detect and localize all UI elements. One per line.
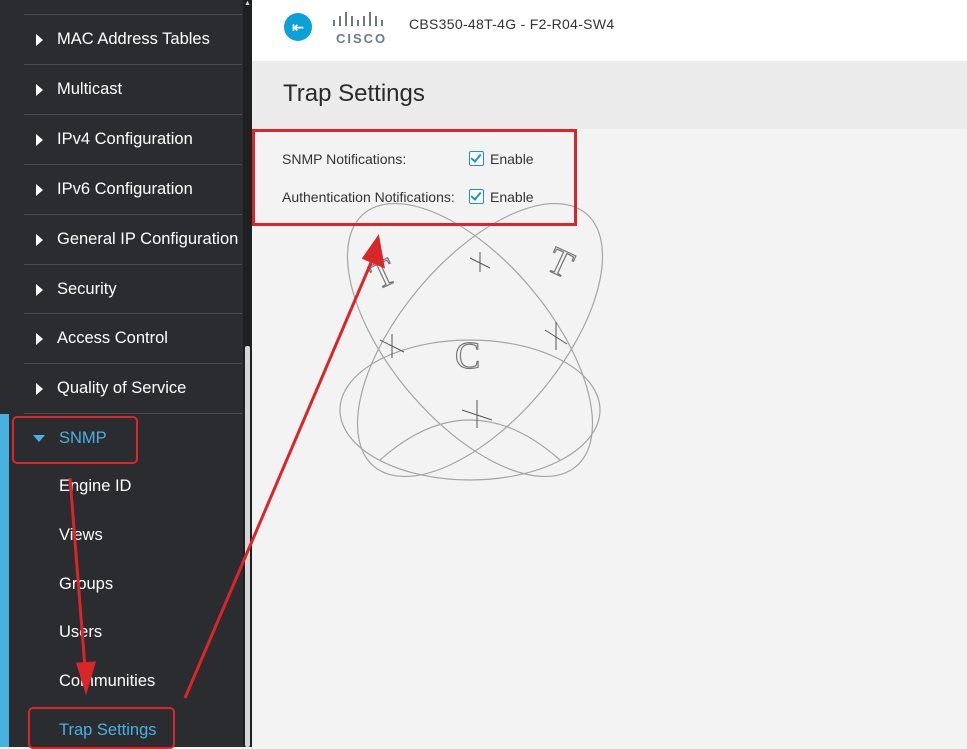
sidebar-item-mac-address-tables[interactable]: MAC Address Tables <box>24 14 242 64</box>
caret-right-icon <box>36 33 43 46</box>
sidebar-item-label: IPv4 Configuration <box>57 130 193 148</box>
sidebar-subitem-groups[interactable]: Groups <box>59 572 113 596</box>
sidebar-item-label: IPv6 Configuration <box>57 180 193 198</box>
sidebar-item-multicast[interactable]: Multicast <box>24 64 242 114</box>
caret-right-icon <box>36 183 43 196</box>
sidebar-item-security[interactable]: Security <box>24 264 242 314</box>
collapse-menu-icon[interactable]: ⇤ <box>284 13 312 41</box>
caret-right-icon <box>36 233 43 246</box>
sidebar-item-general-ip-configuration[interactable]: General IP Configuration <box>24 214 242 264</box>
cisco-logo: CISCO <box>331 10 393 46</box>
sidebar-subitem-communities[interactable]: Communities <box>59 669 155 693</box>
sidebar-scrollbar-thumb[interactable] <box>245 346 250 747</box>
caret-right-icon <box>36 133 43 146</box>
caret-right-icon <box>36 283 43 296</box>
sidebar-item-quality-of-service[interactable]: Quality of Service <box>24 363 242 413</box>
sidebar-item-label: Quality of Service <box>57 379 187 397</box>
sidebar-item-label: Multicast <box>57 80 123 98</box>
sidebar-item-label: Security <box>57 280 117 298</box>
sidebar-item-label: Access Control <box>57 329 168 347</box>
sidebar-active-indicator <box>0 414 9 747</box>
sidebar-item-access-control[interactable]: Access Control <box>24 313 242 363</box>
page-title: Trap Settings <box>283 80 425 107</box>
sidebar-item-ipv6-configuration[interactable]: IPv6 Configuration <box>24 164 242 214</box>
svg-text:CISCO: CISCO <box>336 31 387 46</box>
cisco-bars-icon: CISCO <box>333 12 387 46</box>
sidebar-subitem-engine-id[interactable]: Engine ID <box>59 474 131 498</box>
caret-right-icon <box>36 332 43 345</box>
sidebar-item-label: MAC Address Tables <box>57 30 210 48</box>
annotation-highlight-box <box>252 129 577 226</box>
sidebar-item-ipv4-configuration[interactable]: IPv4 Configuration <box>24 114 242 164</box>
sidebar-subitem-users[interactable]: Users <box>59 620 102 644</box>
scroll-up-icon[interactable]: ▲ <box>243 0 252 8</box>
sidebar-subitem-views[interactable]: Views <box>59 523 103 547</box>
device-name: CBS350-48T-4G - F2-R04-SW4 <box>409 16 615 32</box>
annotation-snmp-highlight <box>12 416 138 464</box>
sidebar-item-label: General IP Configuration <box>57 230 239 248</box>
caret-right-icon <box>36 83 43 96</box>
annotation-trap-settings-highlight <box>28 707 175 749</box>
caret-right-icon <box>36 382 43 395</box>
